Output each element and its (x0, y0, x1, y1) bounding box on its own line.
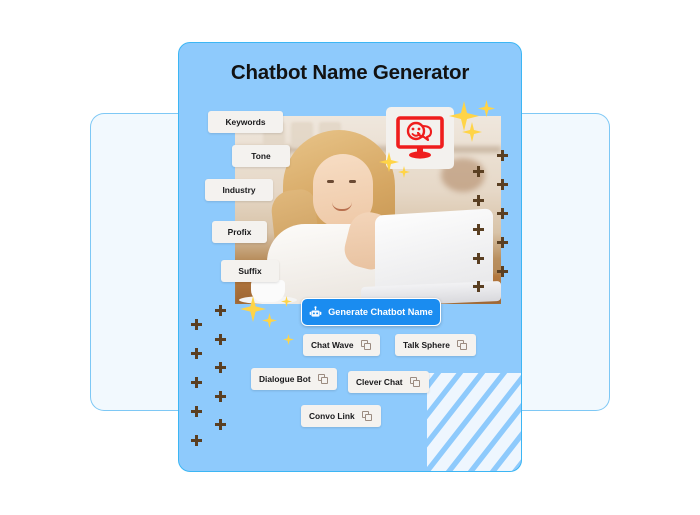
plus-decoration-icon (191, 319, 202, 330)
input-chip-industry[interactable]: Industry (205, 179, 273, 201)
input-chip-profix[interactable]: Profix (212, 221, 267, 243)
plus-decoration-icon (215, 419, 226, 430)
photo-eye (349, 180, 356, 183)
plus-decoration-icon (215, 391, 226, 402)
result-chip-label: Chat Wave (311, 340, 354, 350)
plus-decoration-icon (191, 348, 202, 359)
generate-button-label: Generate Chatbot Name (328, 307, 433, 317)
photo-eye (327, 180, 334, 183)
result-chip-label: Clever Chat (356, 377, 403, 387)
copy-icon[interactable] (409, 376, 421, 388)
result-chip-label: Talk Sphere (403, 340, 450, 350)
input-chip-suffix[interactable]: Suffix (221, 260, 279, 282)
result-chip-chat-wave[interactable]: Chat Wave (303, 334, 380, 356)
copy-icon[interactable] (317, 373, 329, 385)
plus-decoration-icon (473, 224, 484, 235)
monitor-smiley-chat-icon (386, 107, 454, 169)
plus-decoration-icon (497, 150, 508, 161)
plus-decoration-icon (497, 266, 508, 277)
input-chip-label: Profix (227, 227, 252, 237)
plus-decoration-icon (191, 377, 202, 388)
plus-decoration-icon (215, 305, 226, 316)
plus-decoration-icon (215, 362, 226, 373)
plus-decoration-icon (215, 334, 226, 345)
plus-decoration-icon (497, 208, 508, 219)
copy-icon[interactable] (360, 339, 372, 351)
plus-decoration-icon (473, 281, 484, 292)
result-chip-dialogue-bot[interactable]: Dialogue Bot (251, 368, 337, 390)
copy-icon[interactable] (361, 410, 373, 422)
generate-chatbot-name-button[interactable]: Generate Chatbot Name (301, 298, 441, 326)
plus-decoration-icon (497, 179, 508, 190)
result-chip-clever-chat[interactable]: Clever Chat (348, 371, 429, 393)
input-chip-label: Tone (251, 151, 271, 161)
input-chip-label: Industry (222, 185, 256, 195)
result-chip-label: Dialogue Bot (259, 374, 311, 384)
input-chip-tone[interactable]: Tone (232, 145, 290, 167)
input-chip-label: Keywords (225, 117, 266, 127)
photo-cup (251, 280, 285, 302)
screenshot-stage: Chatbot Name Generator Keywords Tone Ind… (0, 0, 700, 515)
result-chip-talk-sphere[interactable]: Talk Sphere (395, 334, 476, 356)
plus-decoration-icon (473, 195, 484, 206)
plus-decoration-icon (473, 253, 484, 264)
result-chip-convo-link[interactable]: Convo Link (301, 405, 381, 427)
copy-icon[interactable] (456, 339, 468, 351)
plus-decoration-icon (191, 435, 202, 446)
input-chip-keywords[interactable]: Keywords (208, 111, 283, 133)
plus-decoration-icon (497, 237, 508, 248)
input-chip-label: Suffix (238, 266, 262, 276)
robot-icon (309, 305, 322, 317)
result-chip-label: Convo Link (309, 411, 355, 421)
plus-decoration-icon (191, 406, 202, 417)
diagonal-stripes-decoration (427, 373, 521, 471)
page-title: Chatbot Name Generator (230, 61, 470, 84)
plus-decoration-icon (473, 166, 484, 177)
